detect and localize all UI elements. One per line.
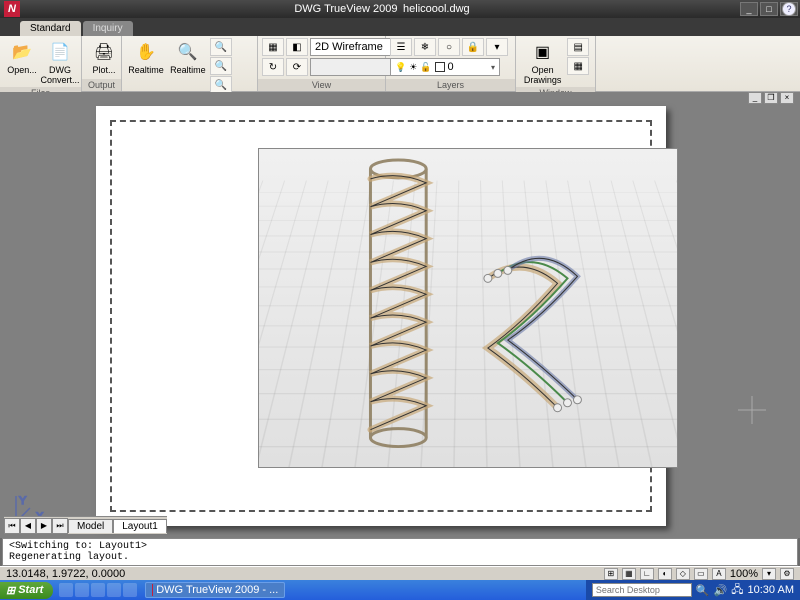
view-named-button[interactable]: ▦ <box>262 38 284 56</box>
printer-icon: 🖨 <box>92 40 116 64</box>
document-window: _ ❐ × <box>4 96 796 534</box>
windows-logo-icon: ⊞ <box>6 584 15 597</box>
magnifier-icon: 🔍 <box>176 40 200 64</box>
start-button[interactable]: ⊞ Start <box>0 582 53 599</box>
ql-app-icon[interactable] <box>123 583 137 597</box>
layer-props-button[interactable]: ☰ <box>390 38 412 56</box>
workspace: _ ❐ × <box>0 92 800 538</box>
dwg-convert-button[interactable]: 📄 DWG Convert... <box>42 38 78 87</box>
view-prev-button[interactable]: ◧ <box>286 38 308 56</box>
doc-minimize-button[interactable]: _ <box>748 92 762 104</box>
tab-last-button[interactable]: ⏭ <box>52 518 68 534</box>
model-paper-toggle[interactable]: ▭ <box>694 568 708 580</box>
ql-browser-icon[interactable] <box>75 583 89 597</box>
ortho-toggle[interactable]: ∟ <box>640 568 654 580</box>
desktop-search-input[interactable] <box>592 583 692 597</box>
osnap-toggle[interactable]: ◇ <box>676 568 690 580</box>
lightbulb-icon: 💡 <box>395 62 406 73</box>
taskbar-app-button[interactable]: DWG TrueView 2009 - ... <box>145 582 285 598</box>
pan-hand-icon: ✋ <box>134 40 158 64</box>
model-tab[interactable]: Model <box>68 519 113 533</box>
open-drawings-button[interactable]: ▣ Open Drawings <box>520 38 565 87</box>
coordinate-readout: 13.0148, 1.9722, 0.0000 <box>6 568 125 580</box>
tray-network-icon[interactable]: 🖧 <box>731 581 743 600</box>
tab-inquiry[interactable]: Inquiry <box>83 21 133 36</box>
zoom-dropdown[interactable]: ▾ <box>762 568 776 580</box>
zoom-readout: 100% <box>730 568 758 580</box>
clock[interactable]: 10:30 AM <box>748 584 794 596</box>
layer-off-button[interactable]: ○ <box>438 38 460 56</box>
panel-output-label: Output <box>82 79 121 91</box>
title-bar: N DWG TrueView 2009 helicoool.dwg _ □ × <box>0 0 800 18</box>
app-icon <box>152 584 153 596</box>
tab-prev-button[interactable]: ◀ <box>20 518 36 534</box>
windows-taskbar: ⊞ Start DWG TrueView 2009 - ... 🔍 🔊 🖧 10… <box>0 580 800 600</box>
view-regen-button[interactable]: ↻ <box>262 58 284 76</box>
tab-next-button[interactable]: ▶ <box>36 518 52 534</box>
maximize-button[interactable]: □ <box>760 2 778 16</box>
help-button[interactable]: ? <box>782 2 796 16</box>
quick-launch <box>59 583 137 597</box>
tray-magnifier-icon[interactable]: 🔍 <box>696 584 710 597</box>
ql-desktop-icon[interactable] <box>59 583 73 597</box>
panel-view-label: View <box>258 79 385 91</box>
status-config-button[interactable]: ⚙ <box>780 568 794 580</box>
window-tile-button[interactable]: ▦ <box>567 57 589 75</box>
window-cascade-button[interactable]: ▤ <box>567 38 589 56</box>
svg-text:Y: Y <box>19 495 27 507</box>
pan-realtime-button[interactable]: ✋ Realtime <box>126 38 166 77</box>
app-logo-icon: N <box>4 1 20 17</box>
minimize-button[interactable]: _ <box>740 2 758 16</box>
doc-restore-button[interactable]: ❐ <box>764 92 778 104</box>
zoom-extents-button[interactable]: 🔍 <box>210 57 232 75</box>
layout1-tab[interactable]: Layout1 <box>113 519 167 533</box>
layer-combo[interactable]: 💡 ☀ 🔓 0 <box>390 58 500 76</box>
doc-close-button[interactable]: × <box>780 92 794 104</box>
layer-lock-button[interactable]: 🔒 <box>462 38 484 56</box>
annotation-toggle[interactable]: A <box>712 568 726 580</box>
layout-viewport[interactable] <box>258 148 678 468</box>
view-redraw-button[interactable]: ⟳ <box>286 58 308 76</box>
windows-icon: ▣ <box>531 40 555 64</box>
drawing-content <box>259 149 677 467</box>
sun-icon: ☀ <box>409 62 417 73</box>
layer-more-button[interactable]: ▾ <box>486 38 508 56</box>
panel-layers-label: Layers <box>386 79 515 91</box>
ql-mail-icon[interactable] <box>91 583 105 597</box>
status-bar: 13.0148, 1.9722, 0.0000 ⊞ ▦ ∟ ◐ ◇ ▭ A 10… <box>0 566 800 580</box>
ribbon: 📂 Open... 📄 DWG Convert... Files 🖨 Plot.… <box>0 36 800 92</box>
tab-first-button[interactable]: ⏮ <box>4 518 20 534</box>
plot-button[interactable]: 🖨 Plot... <box>86 38 122 77</box>
layer-color-swatch <box>435 62 445 72</box>
zoom-realtime-button[interactable]: 🔍 Realtime <box>168 38 208 77</box>
folder-open-icon: 📂 <box>10 40 34 64</box>
window-title: DWG TrueView 2009 helicoool.dwg <box>24 3 740 15</box>
model-layout-tabs: ⏮ ◀ ▶ ⏭ Model Layout1 <box>4 516 167 534</box>
command-line[interactable]: <Switching to: Layout1> Regenerating lay… <box>2 538 798 566</box>
zoom-window-button[interactable]: 🔍 <box>210 38 232 56</box>
crosshair-cursor-icon <box>738 396 766 424</box>
open-button[interactable]: 📂 Open... <box>4 38 40 77</box>
grid-toggle[interactable]: ▦ <box>622 568 636 580</box>
polar-toggle[interactable]: ◐ <box>658 568 672 580</box>
layer-freeze-button[interactable]: ❄ <box>414 38 436 56</box>
ribbon-tabstrip: Standard Inquiry <box>0 18 800 36</box>
snap-toggle[interactable]: ⊞ <box>604 568 618 580</box>
tray-volume-icon[interactable]: 🔊 <box>714 584 728 597</box>
ql-media-icon[interactable] <box>107 583 121 597</box>
convert-icon: 📄 <box>48 40 72 64</box>
lock-icon: 🔓 <box>420 62 431 73</box>
paper-sheet[interactable] <box>96 106 666 526</box>
tab-standard[interactable]: Standard <box>20 21 81 36</box>
system-tray: 🔍 🔊 🖧 10:30 AM <box>586 580 800 600</box>
